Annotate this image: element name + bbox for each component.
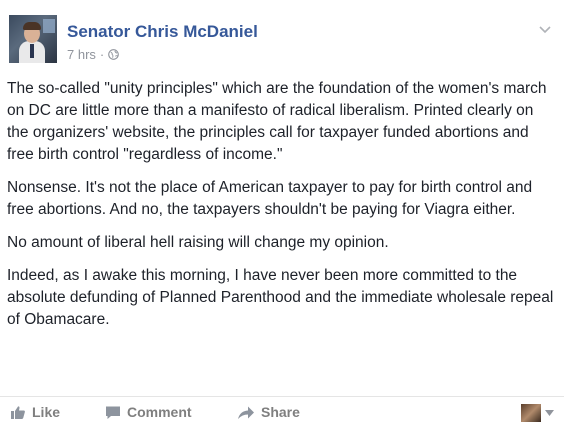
facebook-post: Senator Chris McDaniel 7 hrs · The so-ca… [0, 0, 564, 423]
caret-down-icon [545, 410, 554, 416]
share-arrow-icon [238, 406, 254, 419]
avatar-tie [30, 44, 34, 58]
comment-button[interactable]: Comment [105, 404, 192, 420]
post-as-selector[interactable] [521, 404, 554, 422]
post-meta: 7 hrs · [67, 47, 120, 62]
globe-icon[interactable] [108, 49, 120, 60]
meta-separator: · [99, 47, 105, 62]
like-button[interactable]: Like [10, 404, 60, 420]
post-body: The so-called "unity principles" which a… [7, 78, 555, 342]
post-paragraph: Nonsense. It's not the place of American… [7, 179, 533, 218]
share-button[interactable]: Share [237, 404, 300, 420]
thumbs-up-icon [11, 405, 25, 419]
share-label: Share [261, 404, 300, 420]
post-paragraph: No amount of liberal hell raising will c… [7, 234, 389, 251]
author-name[interactable]: Senator Chris McDaniel [67, 22, 258, 42]
speech-bubble-icon [106, 406, 120, 419]
post-timestamp[interactable]: 7 hrs [67, 47, 96, 62]
author-avatar[interactable] [9, 15, 57, 63]
avatar-background [43, 19, 55, 33]
post-paragraph: The so-called "unity principles" which a… [7, 80, 547, 163]
post-action-bar: Like Comment Share [0, 396, 564, 424]
viewer-avatar [521, 404, 541, 422]
comment-label: Comment [127, 404, 192, 420]
post-header: Senator Chris McDaniel 7 hrs · [9, 9, 554, 65]
like-label: Like [32, 404, 61, 420]
avatar-hair [23, 22, 41, 30]
chevron-down-icon[interactable] [538, 25, 552, 35]
post-paragraph: Indeed, as I awake this morning, I have … [7, 267, 554, 328]
